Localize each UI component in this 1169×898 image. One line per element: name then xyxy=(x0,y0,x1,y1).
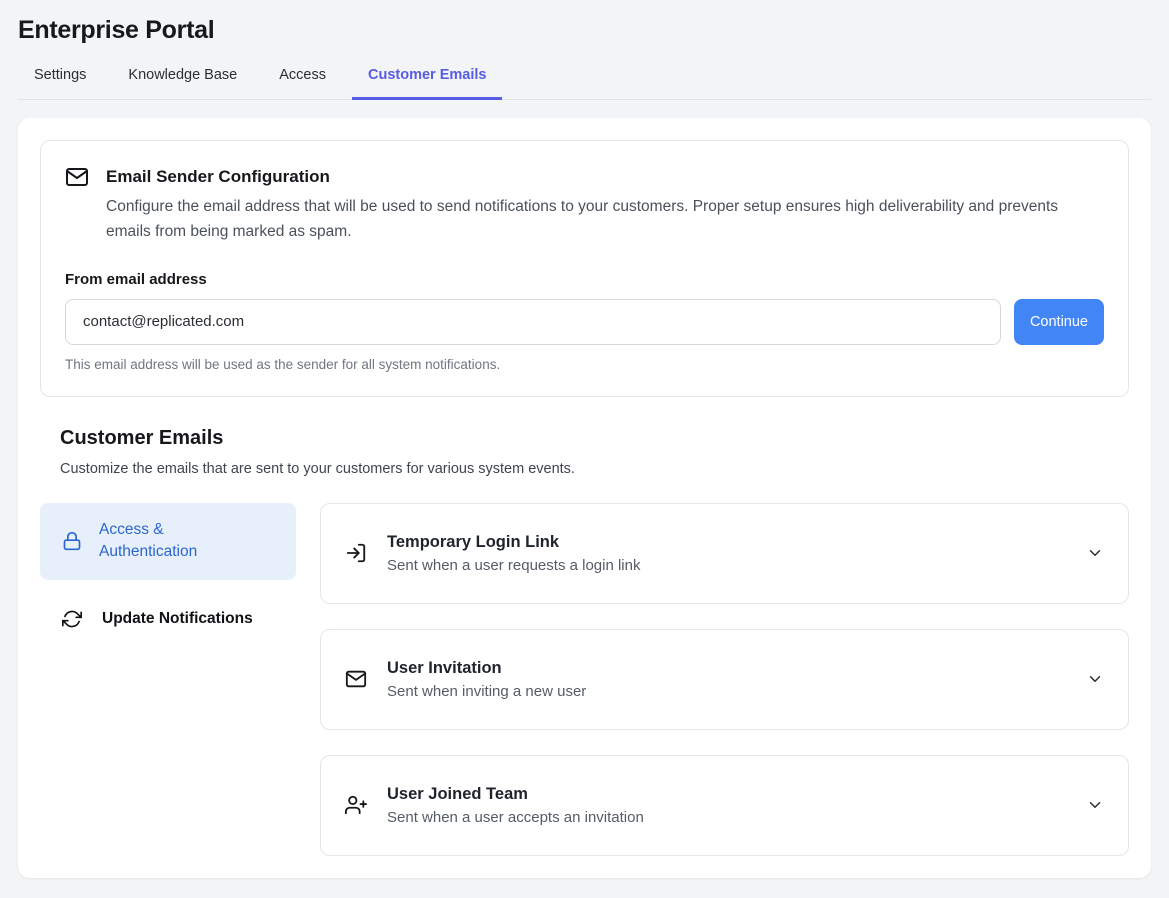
accordion-title: User Invitation xyxy=(387,659,1066,678)
customer-emails-subtitle: Customize the emails that are sent to yo… xyxy=(60,461,1129,477)
accordion-subtitle: Sent when inviting a new user xyxy=(387,683,1066,700)
chevron-down-icon[interactable] xyxy=(1086,544,1104,562)
continue-button[interactable]: Continue xyxy=(1014,299,1104,345)
from-email-input[interactable] xyxy=(65,299,1001,345)
accordion-title: Temporary Login Link xyxy=(387,533,1066,552)
email-card-description: Configure the email address that will be… xyxy=(106,195,1091,245)
accordion-text: Temporary Login Link Sent when a user re… xyxy=(387,533,1066,574)
chevron-down-icon[interactable] xyxy=(1086,796,1104,814)
sidebar-item-label: Access & Authentication xyxy=(99,519,229,564)
accordion-temporary-login-link[interactable]: Temporary Login Link Sent when a user re… xyxy=(320,503,1129,604)
email-sender-configuration-card: Email Sender Configuration Configure the… xyxy=(40,140,1129,397)
accordion-subtitle: Sent when a user requests a login link xyxy=(387,557,1066,574)
accordion-text: User Invitation Sent when inviting a new… xyxy=(387,659,1066,700)
customer-emails-body: Access & Authentication Update Notificat… xyxy=(40,503,1129,856)
tab-knowledge-base[interactable]: Knowledge Base xyxy=(112,67,253,100)
tab-settings[interactable]: Settings xyxy=(18,67,102,100)
accordion-user-joined-team[interactable]: User Joined Team Sent when a user accept… xyxy=(320,755,1129,856)
email-template-list: Temporary Login Link Sent when a user re… xyxy=(320,503,1129,856)
page: Enterprise Portal Settings Knowledge Bas… xyxy=(0,0,1169,878)
sidebar-item-update-notifications[interactable]: Update Notifications xyxy=(40,592,296,646)
lock-icon xyxy=(62,531,82,551)
accordion-subtitle: Sent when a user accepts an invitation xyxy=(387,809,1066,826)
email-category-sidebar: Access & Authentication Update Notificat… xyxy=(40,503,296,646)
accordion-title: User Joined Team xyxy=(387,785,1066,804)
content-card: Email Sender Configuration Configure the… xyxy=(18,118,1151,878)
customer-emails-header: Customer Emails Customize the emails tha… xyxy=(60,427,1129,477)
tab-customer-emails[interactable]: Customer Emails xyxy=(352,67,502,100)
mail-icon xyxy=(65,165,89,189)
page-title: Enterprise Portal xyxy=(18,0,1151,45)
user-plus-icon xyxy=(345,794,367,816)
email-card-title: Email Sender Configuration xyxy=(106,167,330,187)
refresh-icon xyxy=(62,609,82,629)
accordion-text: User Joined Team Sent when a user accept… xyxy=(387,785,1066,826)
mail-icon xyxy=(345,668,367,690)
sidebar-item-access-authentication[interactable]: Access & Authentication xyxy=(40,503,296,580)
login-icon xyxy=(345,542,367,564)
email-helper-text: This email address will be used as the s… xyxy=(65,357,1104,372)
from-email-label: From email address xyxy=(65,271,1104,288)
sidebar-item-label: Update Notifications xyxy=(102,608,253,630)
tab-access[interactable]: Access xyxy=(263,67,342,100)
email-card-header: Email Sender Configuration xyxy=(65,165,1104,189)
accordion-user-invitation[interactable]: User Invitation Sent when inviting a new… xyxy=(320,629,1129,730)
chevron-down-icon[interactable] xyxy=(1086,670,1104,688)
tab-bar: Settings Knowledge Base Access Customer … xyxy=(18,67,1151,100)
email-input-row: Continue xyxy=(65,299,1104,345)
customer-emails-title: Customer Emails xyxy=(60,427,1129,450)
